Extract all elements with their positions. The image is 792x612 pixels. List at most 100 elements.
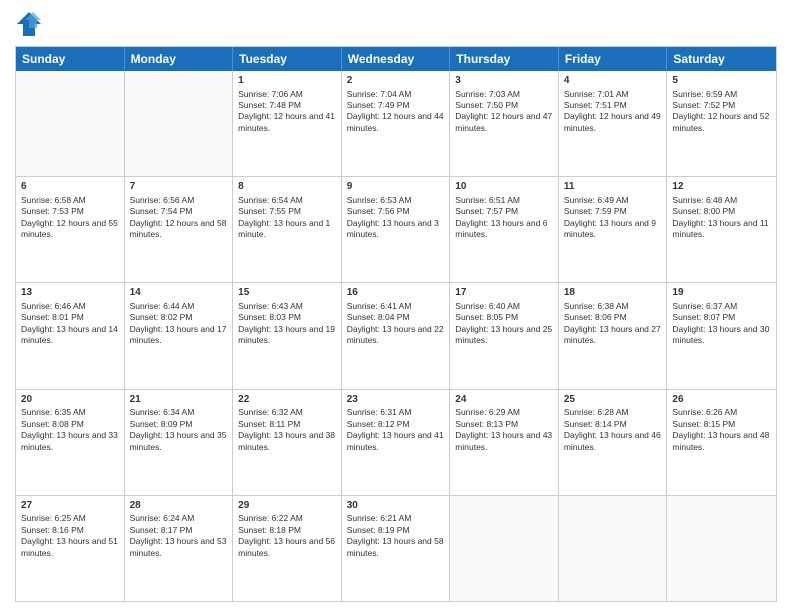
cell-info: Sunrise: 6:37 AM Sunset: 8:07 PM Dayligh… bbox=[672, 301, 771, 347]
calendar: SundayMondayTuesdayWednesdayThursdayFrid… bbox=[15, 46, 777, 602]
weekday-header: Sunday bbox=[16, 47, 125, 71]
calendar-row: 27Sunrise: 6:25 AM Sunset: 8:16 PM Dayli… bbox=[16, 495, 776, 601]
cell-info: Sunrise: 7:06 AM Sunset: 7:48 PM Dayligh… bbox=[238, 89, 336, 135]
day-number: 26 bbox=[672, 393, 771, 407]
cell-info: Sunrise: 6:54 AM Sunset: 7:55 PM Dayligh… bbox=[238, 195, 336, 241]
weekday-header: Saturday bbox=[667, 47, 776, 71]
day-number: 18 bbox=[564, 286, 662, 300]
weekday-header: Monday bbox=[125, 47, 234, 71]
calendar-cell: 1Sunrise: 7:06 AM Sunset: 7:48 PM Daylig… bbox=[233, 71, 342, 176]
day-number: 6 bbox=[21, 180, 119, 194]
page: SundayMondayTuesdayWednesdayThursdayFrid… bbox=[0, 0, 792, 612]
cell-info: Sunrise: 6:51 AM Sunset: 7:57 PM Dayligh… bbox=[455, 195, 553, 241]
calendar-cell: 4Sunrise: 7:01 AM Sunset: 7:51 PM Daylig… bbox=[559, 71, 668, 176]
cell-info: Sunrise: 6:28 AM Sunset: 8:14 PM Dayligh… bbox=[564, 407, 662, 453]
cell-info: Sunrise: 6:34 AM Sunset: 8:09 PM Dayligh… bbox=[130, 407, 228, 453]
cell-info: Sunrise: 6:40 AM Sunset: 8:05 PM Dayligh… bbox=[455, 301, 553, 347]
calendar-cell bbox=[16, 71, 125, 176]
calendar-header: SundayMondayTuesdayWednesdayThursdayFrid… bbox=[16, 47, 776, 71]
calendar-row: 6Sunrise: 6:58 AM Sunset: 7:53 PM Daylig… bbox=[16, 176, 776, 282]
cell-info: Sunrise: 6:21 AM Sunset: 8:19 PM Dayligh… bbox=[347, 513, 445, 559]
calendar-cell: 11Sunrise: 6:49 AM Sunset: 7:59 PM Dayli… bbox=[559, 177, 668, 282]
calendar-cell: 3Sunrise: 7:03 AM Sunset: 7:50 PM Daylig… bbox=[450, 71, 559, 176]
calendar-cell: 17Sunrise: 6:40 AM Sunset: 8:05 PM Dayli… bbox=[450, 283, 559, 388]
day-number: 5 bbox=[672, 74, 771, 88]
day-number: 14 bbox=[130, 286, 228, 300]
calendar-cell bbox=[450, 496, 559, 601]
cell-info: Sunrise: 6:48 AM Sunset: 8:00 PM Dayligh… bbox=[672, 195, 771, 241]
day-number: 22 bbox=[238, 393, 336, 407]
calendar-cell: 13Sunrise: 6:46 AM Sunset: 8:01 PM Dayli… bbox=[16, 283, 125, 388]
calendar-cell: 23Sunrise: 6:31 AM Sunset: 8:12 PM Dayli… bbox=[342, 390, 451, 495]
cell-info: Sunrise: 6:32 AM Sunset: 8:11 PM Dayligh… bbox=[238, 407, 336, 453]
calendar-cell: 24Sunrise: 6:29 AM Sunset: 8:13 PM Dayli… bbox=[450, 390, 559, 495]
calendar-cell: 22Sunrise: 6:32 AM Sunset: 8:11 PM Dayli… bbox=[233, 390, 342, 495]
calendar-cell: 21Sunrise: 6:34 AM Sunset: 8:09 PM Dayli… bbox=[125, 390, 234, 495]
calendar-cell bbox=[667, 496, 776, 601]
cell-info: Sunrise: 7:01 AM Sunset: 7:51 PM Dayligh… bbox=[564, 89, 662, 135]
logo-icon bbox=[15, 10, 43, 38]
day-number: 13 bbox=[21, 286, 119, 300]
weekday-header: Friday bbox=[559, 47, 668, 71]
calendar-cell: 5Sunrise: 6:59 AM Sunset: 7:52 PM Daylig… bbox=[667, 71, 776, 176]
calendar-cell: 27Sunrise: 6:25 AM Sunset: 8:16 PM Dayli… bbox=[16, 496, 125, 601]
day-number: 24 bbox=[455, 393, 553, 407]
cell-info: Sunrise: 7:03 AM Sunset: 7:50 PM Dayligh… bbox=[455, 89, 553, 135]
calendar-cell: 2Sunrise: 7:04 AM Sunset: 7:49 PM Daylig… bbox=[342, 71, 451, 176]
calendar-cell bbox=[559, 496, 668, 601]
calendar-row: 13Sunrise: 6:46 AM Sunset: 8:01 PM Dayli… bbox=[16, 282, 776, 388]
day-number: 23 bbox=[347, 393, 445, 407]
day-number: 25 bbox=[564, 393, 662, 407]
header bbox=[15, 10, 777, 38]
calendar-cell: 25Sunrise: 6:28 AM Sunset: 8:14 PM Dayli… bbox=[559, 390, 668, 495]
day-number: 20 bbox=[21, 393, 119, 407]
day-number: 15 bbox=[238, 286, 336, 300]
calendar-cell: 18Sunrise: 6:38 AM Sunset: 8:06 PM Dayli… bbox=[559, 283, 668, 388]
calendar-body: 1Sunrise: 7:06 AM Sunset: 7:48 PM Daylig… bbox=[16, 71, 776, 601]
cell-info: Sunrise: 6:38 AM Sunset: 8:06 PM Dayligh… bbox=[564, 301, 662, 347]
calendar-cell: 19Sunrise: 6:37 AM Sunset: 8:07 PM Dayli… bbox=[667, 283, 776, 388]
cell-info: Sunrise: 6:29 AM Sunset: 8:13 PM Dayligh… bbox=[455, 407, 553, 453]
day-number: 16 bbox=[347, 286, 445, 300]
day-number: 8 bbox=[238, 180, 336, 194]
calendar-row: 20Sunrise: 6:35 AM Sunset: 8:08 PM Dayli… bbox=[16, 389, 776, 495]
day-number: 30 bbox=[347, 499, 445, 513]
day-number: 21 bbox=[130, 393, 228, 407]
calendar-cell: 6Sunrise: 6:58 AM Sunset: 7:53 PM Daylig… bbox=[16, 177, 125, 282]
cell-info: Sunrise: 6:44 AM Sunset: 8:02 PM Dayligh… bbox=[130, 301, 228, 347]
day-number: 11 bbox=[564, 180, 662, 194]
calendar-cell: 30Sunrise: 6:21 AM Sunset: 8:19 PM Dayli… bbox=[342, 496, 451, 601]
day-number: 7 bbox=[130, 180, 228, 194]
weekday-header: Tuesday bbox=[233, 47, 342, 71]
day-number: 12 bbox=[672, 180, 771, 194]
calendar-cell: 28Sunrise: 6:24 AM Sunset: 8:17 PM Dayli… bbox=[125, 496, 234, 601]
cell-info: Sunrise: 6:41 AM Sunset: 8:04 PM Dayligh… bbox=[347, 301, 445, 347]
calendar-cell: 20Sunrise: 6:35 AM Sunset: 8:08 PM Dayli… bbox=[16, 390, 125, 495]
calendar-cell: 29Sunrise: 6:22 AM Sunset: 8:18 PM Dayli… bbox=[233, 496, 342, 601]
cell-info: Sunrise: 6:31 AM Sunset: 8:12 PM Dayligh… bbox=[347, 407, 445, 453]
day-number: 19 bbox=[672, 286, 771, 300]
weekday-header: Wednesday bbox=[342, 47, 451, 71]
calendar-cell: 16Sunrise: 6:41 AM Sunset: 8:04 PM Dayli… bbox=[342, 283, 451, 388]
calendar-cell: 26Sunrise: 6:26 AM Sunset: 8:15 PM Dayli… bbox=[667, 390, 776, 495]
day-number: 28 bbox=[130, 499, 228, 513]
cell-info: Sunrise: 6:22 AM Sunset: 8:18 PM Dayligh… bbox=[238, 513, 336, 559]
cell-info: Sunrise: 6:26 AM Sunset: 8:15 PM Dayligh… bbox=[672, 407, 771, 453]
day-number: 10 bbox=[455, 180, 553, 194]
day-number: 2 bbox=[347, 74, 445, 88]
calendar-cell: 10Sunrise: 6:51 AM Sunset: 7:57 PM Dayli… bbox=[450, 177, 559, 282]
day-number: 9 bbox=[347, 180, 445, 194]
cell-info: Sunrise: 6:25 AM Sunset: 8:16 PM Dayligh… bbox=[21, 513, 119, 559]
calendar-cell: 9Sunrise: 6:53 AM Sunset: 7:56 PM Daylig… bbox=[342, 177, 451, 282]
calendar-cell: 7Sunrise: 6:56 AM Sunset: 7:54 PM Daylig… bbox=[125, 177, 234, 282]
day-number: 17 bbox=[455, 286, 553, 300]
calendar-cell: 8Sunrise: 6:54 AM Sunset: 7:55 PM Daylig… bbox=[233, 177, 342, 282]
cell-info: Sunrise: 6:46 AM Sunset: 8:01 PM Dayligh… bbox=[21, 301, 119, 347]
day-number: 29 bbox=[238, 499, 336, 513]
weekday-header: Thursday bbox=[450, 47, 559, 71]
cell-info: Sunrise: 6:59 AM Sunset: 7:52 PM Dayligh… bbox=[672, 89, 771, 135]
calendar-cell bbox=[125, 71, 234, 176]
calendar-cell: 15Sunrise: 6:43 AM Sunset: 8:03 PM Dayli… bbox=[233, 283, 342, 388]
logo bbox=[15, 10, 47, 38]
day-number: 3 bbox=[455, 74, 553, 88]
